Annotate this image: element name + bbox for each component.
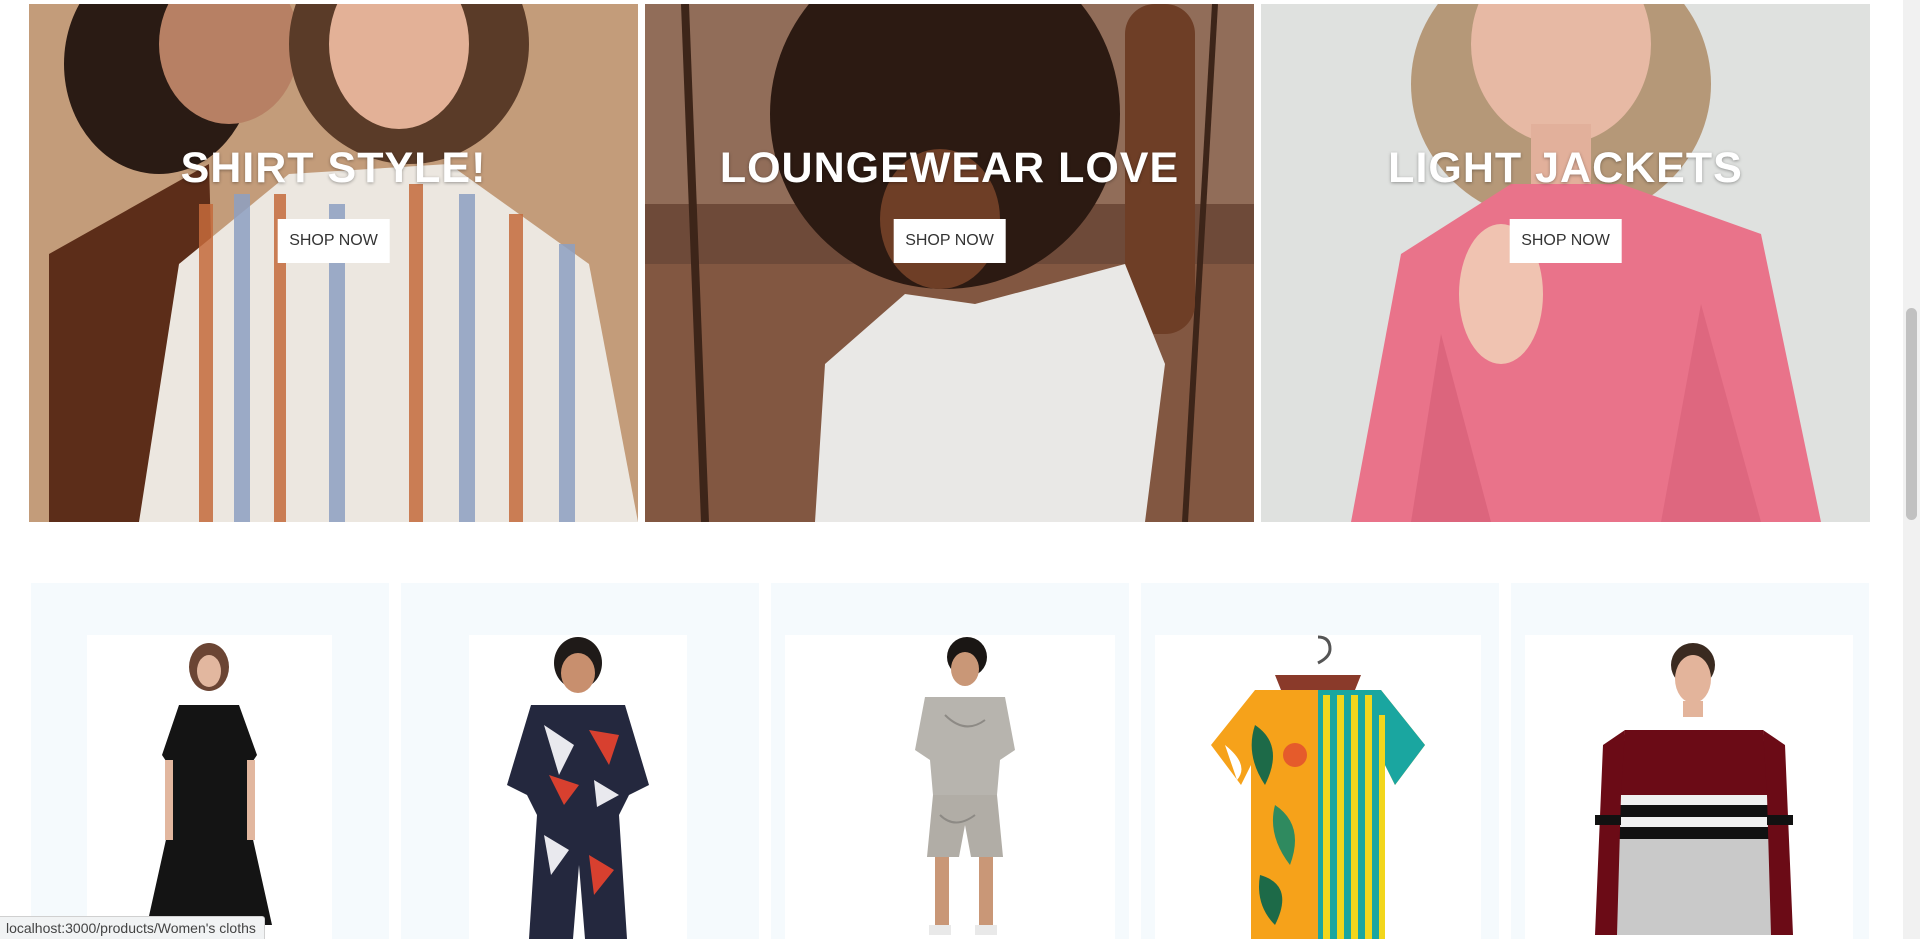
- banner-photo-jackets: [1261, 4, 1870, 522]
- banner-loungewear-love[interactable]: LOUNGEWEAR LOVE SHOP NOW: [645, 4, 1254, 522]
- shop-now-button[interactable]: SHOP NOW: [277, 219, 390, 263]
- promo-banners: SHIRT STYLE! SHOP NOW LOUNGEWEAR LOVE SH…: [29, 4, 1870, 522]
- banner-photo-shirts: [29, 4, 638, 522]
- shop-now-button[interactable]: SHOP NOW: [1509, 219, 1622, 263]
- link-status-bar: localhost:3000/products/Women's cloths: [0, 916, 265, 939]
- striped-tshirt-figure: [1595, 643, 1793, 935]
- banner-photo-loungewear: [645, 4, 1254, 522]
- vertical-scrollbar[interactable]: [1903, 0, 1920, 939]
- product-card[interactable]: [771, 583, 1129, 939]
- product-image-tropical-shirt[interactable]: [1155, 635, 1481, 939]
- tropical-shirt-figure: [1211, 635, 1425, 939]
- product-image-grey-shorts-set[interactable]: [785, 635, 1115, 939]
- banner-title: LOUNGEWEAR LOVE: [719, 144, 1180, 192]
- product-card[interactable]: [1141, 583, 1499, 939]
- grey-set-figure: [915, 637, 1015, 935]
- scrollbar-thumb[interactable]: [1906, 308, 1917, 520]
- banner-light-jackets[interactable]: LIGHT JACKETS SHOP NOW: [1261, 4, 1870, 522]
- printed-set-figure: [507, 637, 649, 939]
- product-image-black-dress[interactable]: [87, 635, 332, 939]
- black-dress-figure: [147, 643, 272, 937]
- product-image-striped-tshirt[interactable]: [1525, 635, 1853, 939]
- banner-shirt-style[interactable]: SHIRT STYLE! SHOP NOW: [29, 4, 638, 522]
- product-card[interactable]: [1511, 583, 1869, 939]
- product-image-printed-co-ord-set[interactable]: [469, 635, 687, 939]
- product-grid: [31, 583, 1869, 939]
- banner-title: LIGHT JACKETS: [1388, 144, 1743, 192]
- product-card[interactable]: [31, 583, 389, 939]
- shop-now-button[interactable]: SHOP NOW: [893, 219, 1006, 263]
- banner-title: SHIRT STYLE!: [180, 144, 487, 192]
- product-card[interactable]: [401, 583, 759, 939]
